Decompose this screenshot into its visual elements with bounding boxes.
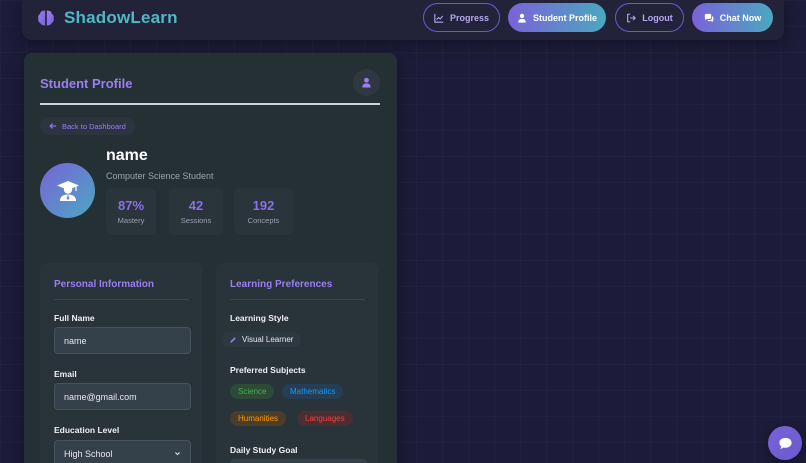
- chat-fab-button[interactable]: [768, 426, 802, 460]
- avatar: [40, 163, 95, 218]
- brand-name: ShadowLearn: [64, 8, 178, 27]
- daily-study-goal-label: Daily Study Goal: [230, 445, 298, 455]
- panel-title: Learning Preferences: [230, 279, 333, 290]
- divider: [230, 299, 365, 300]
- progress-button[interactable]: Progress: [423, 3, 500, 32]
- education-level-value: High School: [64, 448, 113, 459]
- stat-label: Sessions: [180, 216, 212, 225]
- chevron-down-icon: [175, 452, 180, 456]
- subject-tag-mathematics[interactable]: Mathematics: [282, 384, 344, 399]
- stat-value: 42: [188, 198, 204, 213]
- preferred-subjects-label: Preferred Subjects: [230, 365, 306, 375]
- daily-study-goal-field[interactable]: [230, 459, 367, 463]
- arrow-left-icon: [49, 123, 57, 129]
- chat-now-button[interactable]: Chat Now: [692, 3, 773, 32]
- education-level-select[interactable]: High School: [54, 440, 191, 463]
- progress-label: Progress: [449, 12, 490, 23]
- stat-value: 192: [252, 198, 275, 213]
- profile-role: Computer Science Student: [106, 171, 214, 181]
- full-name-field[interactable]: name: [54, 327, 191, 354]
- user-icon: [362, 77, 371, 88]
- logout-button[interactable]: Logout: [615, 3, 684, 32]
- learning-preferences-panel: Learning Preferences Learning Style Visu…: [216, 263, 378, 463]
- personal-information-panel: Personal Information Full Name name Emai…: [40, 263, 202, 463]
- student-profile-card: Student Profile Back to Dashboard name C…: [24, 53, 397, 463]
- profile-name: name: [106, 147, 148, 164]
- email-label: Email: [54, 369, 77, 379]
- stat-sessions: 42 Sessions: [169, 188, 223, 235]
- stat-concepts: 192 Concepts: [234, 188, 293, 235]
- profile-avatar-button[interactable]: [353, 69, 380, 96]
- student-profile-label: Student Profile: [532, 12, 597, 23]
- panel-title: Personal Information: [54, 279, 155, 290]
- graduate-icon: [56, 180, 79, 201]
- brain-icon: [38, 10, 54, 26]
- logout-icon: [627, 13, 637, 22]
- chat-bubble-icon: [778, 437, 792, 449]
- user-icon: [518, 13, 526, 23]
- chat-now-label: Chat Now: [719, 12, 762, 23]
- learning-style-label: Learning Style: [230, 313, 289, 323]
- chart-line-icon: [434, 13, 444, 23]
- student-profile-button[interactable]: Student Profile: [508, 3, 606, 32]
- divider: [40, 103, 380, 105]
- email-field[interactable]: name@gmail.com: [54, 383, 191, 410]
- full-name-label: Full Name: [54, 313, 95, 323]
- pencil-icon: [230, 336, 236, 343]
- card-title: Student Profile: [40, 76, 133, 91]
- stat-mastery: 87% Mastery: [106, 188, 156, 235]
- subject-tag-science[interactable]: Science: [230, 384, 275, 399]
- logout-label: Logout: [642, 12, 673, 23]
- education-level-label: Education Level: [54, 425, 120, 435]
- back-label: Back to Dashboard: [62, 121, 126, 131]
- chat-icon: [704, 13, 714, 22]
- learning-style-value: Visual Learner: [242, 335, 294, 344]
- brand[interactable]: ShadowLearn: [36, 8, 178, 28]
- subject-tag-languages[interactable]: Languages: [297, 411, 353, 426]
- subject-tag-humanities[interactable]: Humanities: [230, 411, 287, 426]
- stat-label: Mastery: [117, 216, 145, 225]
- learning-style-badge[interactable]: Visual Learner: [221, 332, 302, 347]
- stat-value: 87%: [117, 198, 145, 213]
- back-to-dashboard-button[interactable]: Back to Dashboard: [40, 117, 135, 135]
- stat-label: Concepts: [247, 216, 280, 225]
- divider: [54, 299, 189, 300]
